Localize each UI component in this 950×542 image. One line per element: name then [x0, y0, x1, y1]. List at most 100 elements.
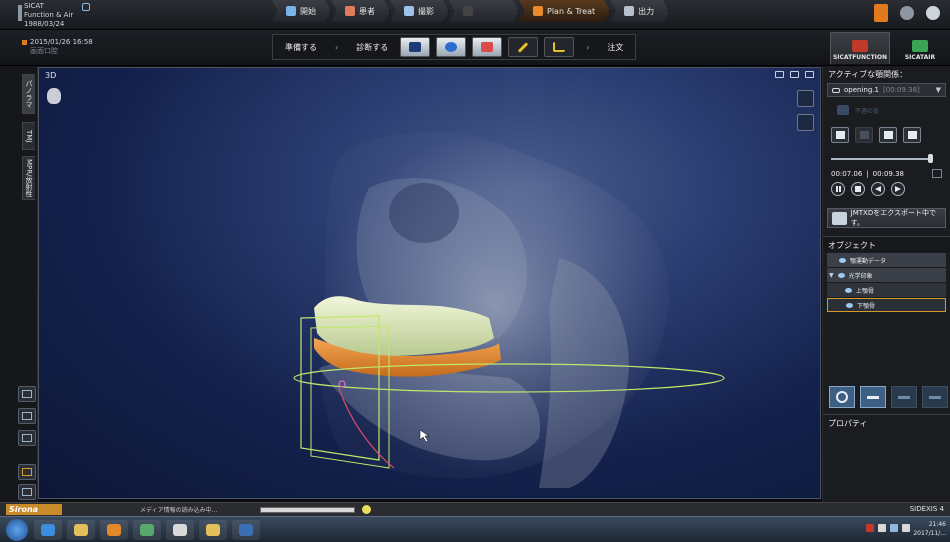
- chrome-icon: [173, 524, 187, 536]
- tray-flag-icon[interactable]: [866, 524, 874, 532]
- slider-knob[interactable]: [928, 154, 933, 163]
- 3d-viewport[interactable]: 3D: [38, 67, 821, 499]
- link-icon[interactable]: [790, 71, 799, 78]
- gear-icon[interactable]: [900, 6, 914, 20]
- layout-tool[interactable]: [18, 430, 36, 446]
- object-item-optical-impression[interactable]: ▼ 光学印象: [827, 268, 946, 282]
- plan-icon: [533, 6, 543, 16]
- time-current: 00:07.06: [831, 169, 863, 178]
- tab-tmj[interactable]: TMJ: [22, 122, 35, 150]
- face-scan-button[interactable]: [797, 90, 814, 107]
- tab-label: 出力: [638, 6, 655, 16]
- taskbar-app-media-player[interactable]: [100, 520, 128, 540]
- settings-gear-icon[interactable]: [797, 114, 814, 131]
- remove-button[interactable]: [860, 386, 886, 408]
- tab-capture[interactable]: 撮影: [390, 0, 449, 22]
- object-item-jaw-motion[interactable]: 顎運動データ: [827, 253, 946, 267]
- taskbar-app-chrome[interactable]: [166, 520, 194, 540]
- screenshot-tool[interactable]: [18, 386, 36, 402]
- object-item-maxilla[interactable]: 上顎骨: [827, 283, 946, 297]
- tab-panorama[interactable]: パノラマ: [22, 74, 35, 114]
- tab-label: 開始: [300, 6, 316, 16]
- screenshot-icon[interactable]: [775, 71, 784, 78]
- viewport-toolbar: [775, 71, 814, 78]
- stop-button[interactable]: [851, 182, 865, 196]
- taskbar-clock[interactable]: 21:46 2017/11/...: [913, 520, 946, 538]
- progress-bar: [260, 507, 355, 513]
- dropdown-time: [00:09.38]: [882, 86, 920, 94]
- progress-fill: [261, 508, 354, 512]
- export-status-button[interactable]: JMTXDをエクスポート中です。: [827, 208, 946, 228]
- clock-date: 2017/11/...: [913, 530, 946, 537]
- focus-button[interactable]: [829, 386, 855, 408]
- properties-header: プロパティ: [823, 414, 950, 430]
- step-separator-icon: ›: [335, 42, 339, 52]
- add-relation-button[interactable]: [831, 127, 849, 143]
- visibility-eye-icon[interactable]: [837, 272, 845, 278]
- head-orientation-icon[interactable]: [47, 88, 61, 104]
- step-forward-button[interactable]: [891, 182, 905, 196]
- visibility-eye-icon[interactable]: [846, 302, 853, 308]
- app-icon: [140, 524, 154, 536]
- redo-icon: [929, 395, 941, 399]
- tab-mpr[interactable]: MPR/放射性: [22, 156, 35, 200]
- single-layout-tool[interactable]: [18, 484, 36, 500]
- object-item-mandible[interactable]: 下顎骨: [827, 298, 946, 312]
- close-icon[interactable]: [82, 3, 90, 11]
- tab-sicat-function[interactable]: SICATFUNCTION: [830, 32, 890, 64]
- patient-dob: 1988/03/24: [24, 20, 65, 28]
- taskbar-app-sidexis[interactable]: [232, 520, 260, 540]
- tab-start[interactable]: 開始: [272, 0, 331, 22]
- ie-icon: [41, 524, 55, 536]
- chevron-down-icon[interactable]: ▼: [829, 272, 834, 279]
- object-actions: [829, 386, 948, 408]
- system-tray: [866, 524, 910, 532]
- taskbar-app-folder[interactable]: [67, 520, 95, 540]
- export-tool[interactable]: [18, 408, 36, 424]
- tab-output[interactable]: 出力: [610, 0, 669, 22]
- import-relation-button[interactable]: [879, 127, 897, 143]
- jaw-relation-dropdown[interactable]: opening.1 [00:09.38] ▼: [827, 83, 946, 97]
- info-icon[interactable]: [926, 6, 940, 20]
- step-back-button[interactable]: [871, 182, 885, 196]
- loop-icon[interactable]: [932, 169, 942, 178]
- tray-ime-icon[interactable]: [878, 524, 886, 532]
- media-player-icon: [107, 524, 121, 536]
- step-order[interactable]: 注文: [601, 42, 629, 53]
- jaw-icon: [837, 105, 849, 115]
- tab-patient[interactable]: 患者: [331, 0, 390, 22]
- tool-button-2[interactable]: [436, 37, 467, 57]
- tab-sicat-air[interactable]: SICATAIR: [890, 32, 950, 64]
- tool-button-4[interactable]: [508, 37, 539, 57]
- crosshair-icon: [836, 391, 848, 403]
- tool-button-1[interactable]: [400, 37, 431, 57]
- object-label: 顎運動データ: [850, 257, 887, 265]
- start-button[interactable]: [6, 519, 28, 541]
- tool-button-3[interactable]: [472, 37, 503, 57]
- grid-layout-tool[interactable]: [18, 464, 36, 480]
- export-relation-button[interactable]: [903, 127, 921, 143]
- maximize-icon[interactable]: [805, 71, 814, 78]
- taskbar-app-folder-2[interactable]: [199, 520, 227, 540]
- book-icon[interactable]: [874, 4, 888, 22]
- volume-rendering[interactable]: [39, 68, 821, 499]
- tab-label: 患者: [359, 6, 375, 16]
- tool-button-5[interactable]: [544, 37, 575, 57]
- chevron-down-icon: ▼: [935, 86, 941, 94]
- taskbar-app-ie[interactable]: [34, 520, 62, 540]
- playback-slider[interactable]: [831, 154, 944, 163]
- output-icon: [624, 6, 634, 16]
- tray-network-icon[interactable]: [890, 524, 898, 532]
- visibility-eye-icon[interactable]: [845, 287, 852, 293]
- visibility-eye-icon[interactable]: [839, 257, 846, 263]
- step-prepare[interactable]: 準備する: [279, 42, 323, 53]
- jmt-export-icon: [832, 211, 847, 225]
- skull-view-icon: [409, 42, 422, 52]
- pause-button[interactable]: [831, 182, 845, 196]
- tab-plan-treat[interactable]: Plan & Treat: [519, 0, 610, 22]
- taskbar-app-app[interactable]: [133, 520, 161, 540]
- tab-label: 撮影: [418, 6, 434, 16]
- export-icon: [907, 131, 917, 139]
- tray-volume-icon[interactable]: [902, 524, 910, 532]
- step-diagnose[interactable]: 診断する: [350, 42, 394, 53]
